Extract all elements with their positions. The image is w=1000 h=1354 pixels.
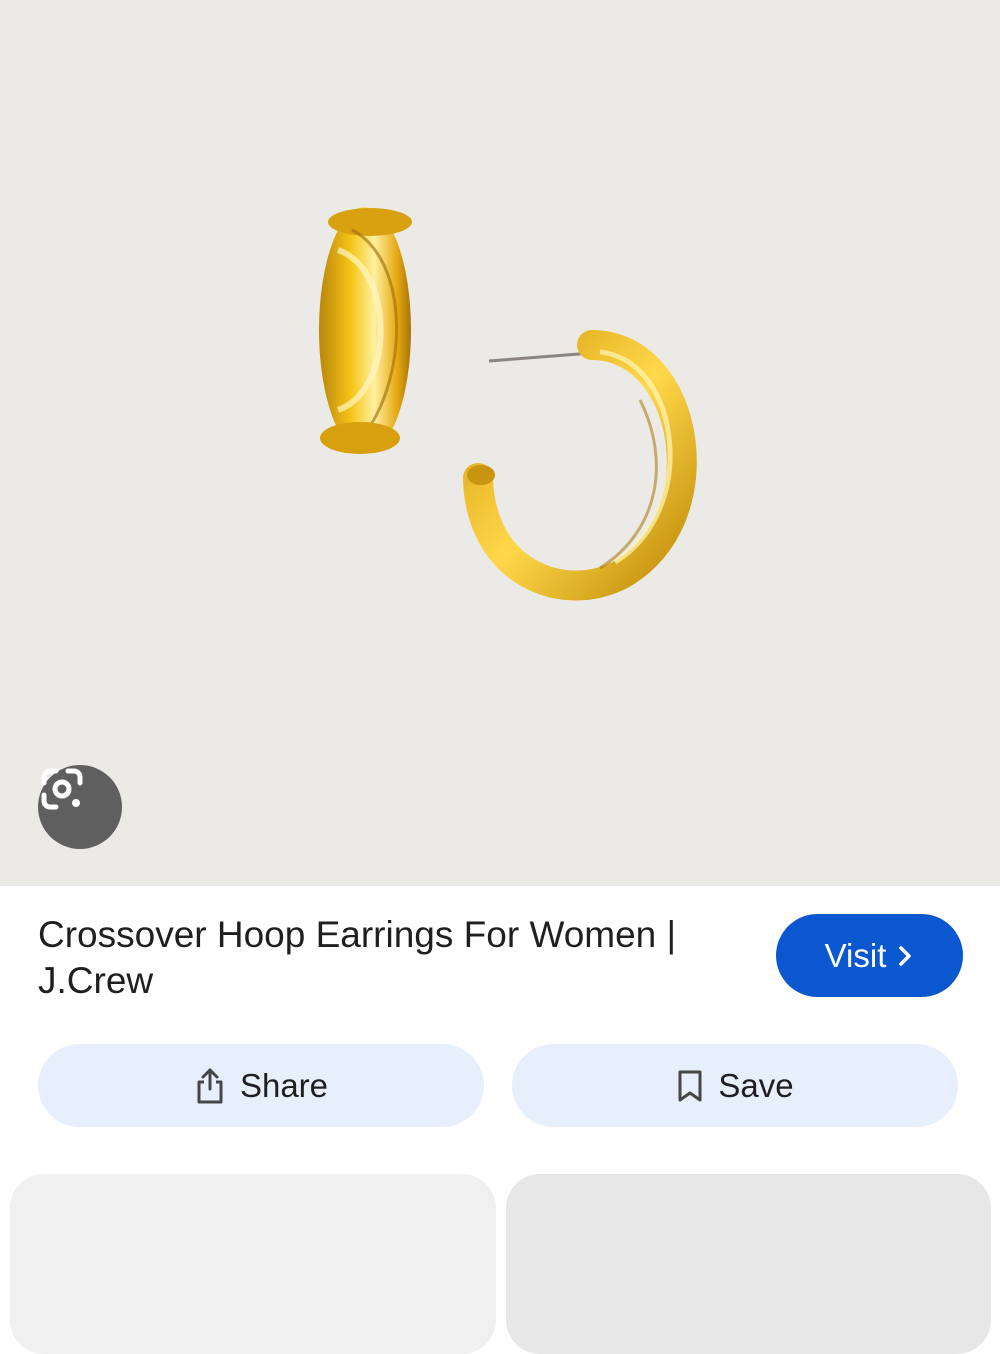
visit-button-label: Visit (824, 936, 887, 974)
share-button-label: Share (239, 1066, 329, 1104)
product-title: Crossover Hoop Earrings For Women | J.Cr… (38, 914, 677, 1001)
related-result-card[interactable] (10, 1174, 496, 1354)
bookmark-icon (678, 1070, 702, 1101)
google-lens-icon (41, 768, 83, 810)
related-result-card[interactable] (506, 1174, 991, 1354)
earrings-image (319, 207, 697, 601)
google-lens-button[interactable] (38, 765, 122, 849)
chevron-right-icon (899, 945, 912, 966)
left-earring (319, 207, 412, 454)
product-image[interactable] (0, 0, 1000, 886)
save-button[interactable]: Save (512, 1044, 958, 1127)
share-button[interactable]: Share (38, 1044, 484, 1127)
right-earring (463, 330, 697, 601)
save-button-label: Save (718, 1066, 794, 1104)
visit-button[interactable]: Visit (776, 914, 963, 997)
share-icon (197, 1068, 223, 1103)
